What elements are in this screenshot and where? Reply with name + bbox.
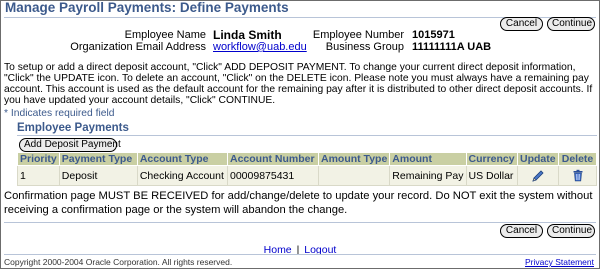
employee-name-label: Employee Name — [124, 29, 206, 41]
copyright-text: Copyright 2000-2004 Oracle Corporation. … — [4, 257, 233, 267]
amount-type-cell — [317, 165, 391, 186]
pencil-icon[interactable] — [531, 169, 545, 183]
update-cell — [516, 165, 560, 186]
org-email-label: Organization Email Address — [70, 41, 206, 53]
cancel-button-top[interactable]: Cancel — [500, 17, 543, 31]
column-header: Account Type — [136, 152, 229, 166]
column-header: Update — [516, 152, 560, 166]
currency-cell: US Dollar — [465, 165, 518, 186]
bottom-divider — [4, 222, 596, 223]
column-header: Payment Type — [58, 152, 138, 166]
account-type-cell: Checking Account — [136, 165, 229, 186]
instructions-text: To setup or add a direct deposit account… — [4, 62, 593, 106]
column-header: Account Number — [227, 152, 319, 166]
account-number-cell: 00009875431 — [227, 165, 319, 186]
column-header: Amount Type — [317, 152, 391, 166]
delete-cell — [558, 165, 597, 186]
table-row: 1 Deposit Checking Account 00009875431 R… — [17, 165, 597, 186]
privacy-statement-link[interactable]: Privacy Statement — [525, 257, 594, 267]
amount-cell: Remaining Pay — [389, 165, 467, 186]
employee-number-value: 1015971 — [412, 29, 455, 41]
column-header: Priority — [17, 152, 60, 166]
page-title: Manage Payroll Payments: Define Payments — [5, 0, 289, 15]
footer-divider — [4, 254, 596, 255]
payment-type-cell: Deposit — [58, 165, 138, 186]
column-header: Delete — [558, 152, 597, 166]
required-field-note: * Indicates required field — [4, 108, 115, 119]
org-email-link[interactable]: workflow@uab.edu — [213, 41, 307, 53]
business-group-label: Business Group — [325, 41, 404, 53]
required-star: * — [4, 108, 9, 119]
section-title: Employee Payments — [17, 122, 129, 134]
confirmation-notice: Confirmation page MUST BE RECEIVED for a… — [4, 190, 593, 216]
continue-button-top[interactable]: Continue — [547, 17, 595, 31]
table-header-row: Priority Payment Type Account Type Accou… — [17, 152, 597, 166]
column-header: Currency — [465, 152, 518, 166]
column-header: Amount — [389, 152, 467, 166]
add-deposit-payment-button[interactable]: Add Deposit Payment — [19, 138, 121, 152]
business-group-value: 11111111A UAB — [412, 41, 492, 53]
cancel-button-bottom[interactable]: Cancel — [500, 224, 543, 238]
employee-payments-table: Priority Payment Type Account Type Accou… — [17, 152, 597, 186]
employee-number-label: Employee Number — [312, 29, 404, 41]
required-field-label: Indicates required field — [10, 108, 115, 119]
priority-cell: 1 — [17, 165, 60, 186]
employee-name-value: Linda Smith — [213, 28, 282, 42]
section-divider — [17, 135, 597, 136]
trash-icon[interactable] — [572, 169, 584, 182]
continue-button-bottom[interactable]: Continue — [547, 224, 595, 238]
